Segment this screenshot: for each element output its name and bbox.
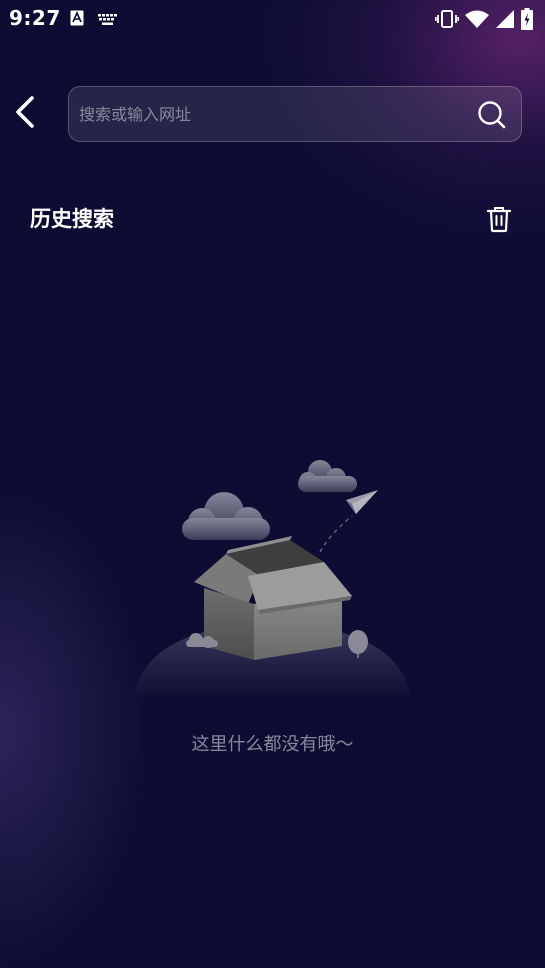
empty-state-illustration [130,452,415,702]
cloud-left [182,492,270,540]
paper-plane [346,490,378,514]
clear-history-button[interactable] [486,205,512,233]
cloud-right [298,460,357,492]
trash-icon [486,207,512,237]
text-input-icon [70,10,84,30]
battery-charging-icon [521,8,533,34]
empty-state-message: 这里什么都没有哦～ [191,734,354,755]
search-icon [477,101,507,134]
search-button[interactable] [477,100,507,130]
status-right-icons [434,8,533,34]
back-button[interactable] [8,94,42,134]
search-box[interactable] [68,86,522,142]
status-time: 9:27 [9,6,61,30]
history-title: 历史搜索 [30,207,114,231]
keyboard-icon [98,11,118,30]
status-bar: 9:27 [0,0,545,38]
search-input[interactable] [79,87,459,141]
status-left-icons [70,10,118,30]
wifi-icon [465,9,489,33]
open-box [194,536,352,660]
vibrate-icon [434,9,460,33]
back-arrow-icon [13,95,37,133]
signal-icon [495,9,515,33]
